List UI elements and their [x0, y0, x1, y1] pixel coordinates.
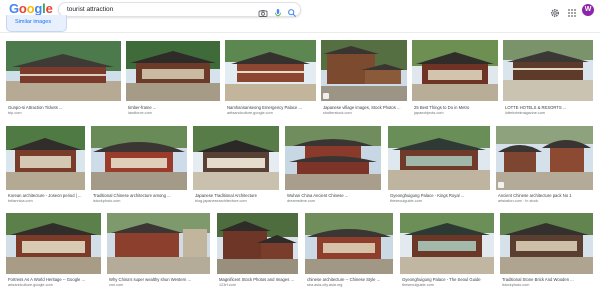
result-thumbnail[interactable] [107, 213, 210, 274]
result-source: sea.asia-city.asia.org [307, 283, 343, 287]
result-source: cnn.com [109, 283, 124, 287]
result-title[interactable]: Japanese Traditional Architecture [195, 193, 279, 199]
result-title[interactable]: Gunpo-si Attraction Tickets ... [8, 105, 121, 111]
google-logo[interactable]: Google [9, 2, 53, 16]
result-thumbnail[interactable] [496, 126, 593, 190]
logo-letter: G [9, 1, 19, 16]
result-thumbnail[interactable] [305, 213, 393, 274]
result-thumbnail[interactable] [285, 126, 381, 190]
result-title[interactable]: LOTTE HOTELS & RESORTS ... [505, 105, 593, 111]
result-title[interactable]: Namhansanseong Emergency Palace ... [227, 105, 316, 111]
result-source: arttsandculture.google.com [227, 111, 273, 115]
microphone-icon[interactable] [273, 5, 283, 18]
result-source: dreamstime.com [287, 199, 316, 203]
result-thumbnail[interactable] [193, 126, 279, 190]
result-source: lottehotelmagazine.com [505, 111, 546, 115]
result-source: landforce.com [128, 111, 152, 115]
result-thumbnail[interactable] [217, 213, 298, 274]
result-thumbnail[interactable] [503, 40, 593, 101]
result-title[interactable]: timber-frame ... [128, 105, 220, 111]
result-title[interactable]: Korean architecture - Joseon period | ..… [8, 193, 86, 199]
result-title[interactable]: Traditional Chinese architecture among .… [93, 193, 187, 199]
result-thumbnail[interactable] [6, 213, 101, 274]
search-input[interactable]: tourist attraction [67, 4, 113, 16]
tab-similar-images[interactable]: Similar images [6, 15, 67, 32]
apps-grid-icon[interactable] [567, 5, 577, 17]
result-title[interactable]: Wuhan China Ancient Chinese ... [287, 193, 381, 199]
result-source: 123rf.com [219, 283, 236, 287]
result-title[interactable]: Gyeonghuigung Palace - Kings Royal ... [390, 193, 490, 199]
result-thumbnail[interactable] [500, 213, 593, 274]
result-source: japanobjects.com [414, 111, 444, 115]
logo-letter: e [45, 1, 53, 16]
result-thumbnail[interactable] [225, 40, 316, 101]
result-source: trip.com [8, 111, 22, 115]
result-title[interactable]: Traditional Stone Brick And Wooden ... [502, 277, 593, 283]
result-thumbnail[interactable] [388, 126, 490, 190]
result-title[interactable]: Why China's super wealthy shun Western .… [109, 277, 210, 283]
result-source: theseoulguide.com [390, 199, 422, 203]
video-badge-icon [498, 182, 504, 188]
result-source: istockphoto.com [502, 283, 530, 287]
result-title[interactable]: chinese architecture -- Chinese Style ..… [307, 277, 393, 283]
result-thumbnail[interactable] [6, 41, 121, 101]
result-title[interactable]: Fortress As A World Heritage -- Google .… [8, 277, 101, 283]
search-icon[interactable] [287, 5, 297, 17]
result-thumbnail[interactable] [321, 40, 407, 101]
result-title[interactable]: Ancient Chinese architecture pack No 1 [498, 193, 593, 199]
camera-icon[interactable] [258, 5, 268, 17]
video-badge-icon [323, 93, 329, 99]
divider [0, 32, 600, 33]
logo-letter: g [34, 1, 43, 16]
result-thumbnail[interactable] [412, 40, 498, 101]
result-title[interactable]: 25 Best Things to Do in Metro [414, 105, 498, 111]
result-source: istockphoto.com [93, 199, 121, 203]
logo-letter: o [18, 1, 27, 16]
result-source: britannica.com [8, 199, 33, 203]
tab-similar-images-label: Similar images [15, 19, 52, 25]
gear-icon[interactable] [550, 5, 560, 18]
result-title[interactable]: Magnificent Stock Photos and Images ... [219, 277, 298, 283]
result-thumbnail[interactable] [126, 41, 220, 101]
result-source: theseoulguide.com [402, 283, 434, 287]
result-source: shutterstock.com [323, 111, 352, 115]
result-thumbnail[interactable] [6, 126, 85, 190]
top-bar: Google tourist attraction W [0, 0, 600, 20]
search-box[interactable]: tourist attraction [58, 2, 301, 18]
result-source: artstation.com · In stock [498, 199, 539, 203]
result-thumbnail[interactable] [400, 213, 494, 274]
avatar[interactable]: W [582, 4, 594, 16]
result-source: artsandculture.google.com [8, 283, 53, 287]
result-thumbnail[interactable] [91, 126, 187, 190]
result-source: blog.japanesearchitecture.com [195, 199, 247, 203]
result-title[interactable]: Japanese village images, Stock Photos ..… [323, 105, 407, 111]
result-title[interactable]: Gyeonghuigung Palace - The Seoul Guide [402, 277, 494, 283]
